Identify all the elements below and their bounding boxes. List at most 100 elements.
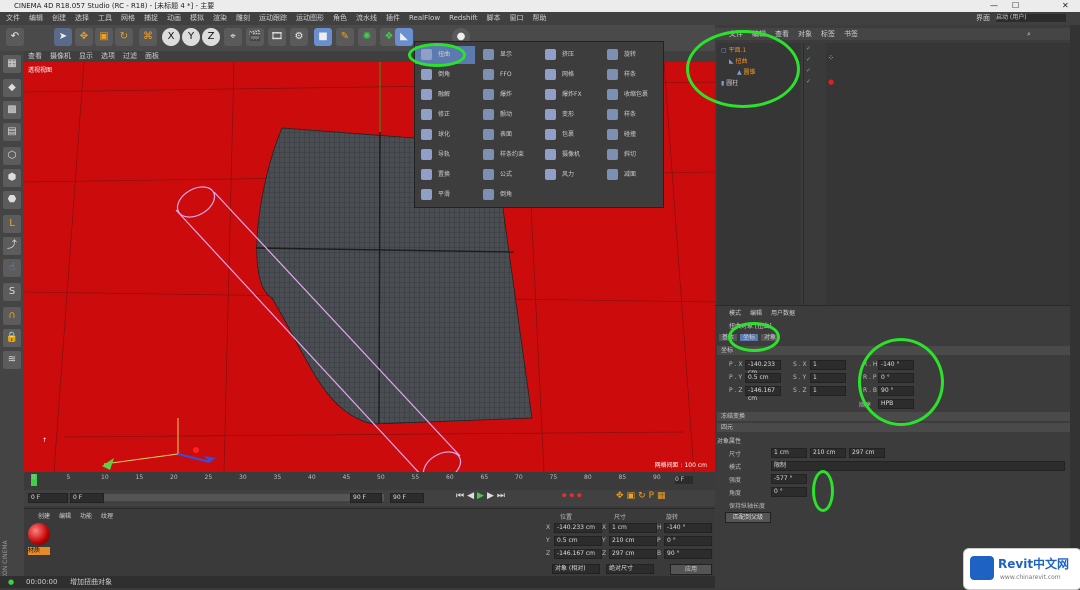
deformer-item-2-5[interactable]: 摄像机 <box>539 146 599 164</box>
size-mode-select[interactable]: 绝对尺寸 <box>606 564 654 574</box>
recent-tool-icon[interactable]: ⌘ <box>139 28 157 46</box>
scale-z-field[interactable]: 1 <box>810 386 846 396</box>
deformer-item-1-5[interactable]: 样条约束 <box>477 146 537 164</box>
fit-to-parent-button[interactable]: 匹配到父级 <box>725 512 771 523</box>
solo-icon[interactable]: ☝ <box>3 259 21 277</box>
deformer-item-1-6[interactable]: 公式 <box>477 166 537 184</box>
deformer-item-3-0[interactable]: 旋转 <box>601 46 661 64</box>
angle-field[interactable]: 0 ° <box>771 487 807 497</box>
menu-item-4[interactable]: 工具 <box>98 14 112 22</box>
go-end-icon[interactable]: ⏭ <box>497 491 508 501</box>
viewport-menu-0[interactable]: 查看 <box>28 52 42 60</box>
points-mode-icon[interactable]: ⬡ <box>3 147 21 165</box>
menu-item-17[interactable]: Redshift <box>449 14 477 22</box>
deformer-item-0-1[interactable]: 倒角 <box>415 66 475 84</box>
menu-item-13[interactable]: 角色 <box>333 14 347 22</box>
menu-item-6[interactable]: 捕捉 <box>144 14 158 22</box>
menu-item-12[interactable]: 运动图形 <box>296 14 324 22</box>
check-icon[interactable]: ✓ <box>806 67 811 74</box>
next-key-icon[interactable]: ▶ <box>487 491 497 501</box>
range-slider[interactable] <box>104 494 384 501</box>
attribute-tab-1[interactable]: 编辑 <box>750 310 762 317</box>
scale-icon[interactable]: ▣ <box>95 28 113 46</box>
snap-icon[interactable]: S <box>3 283 21 301</box>
attribute-tab-2[interactable]: 用户数据 <box>771 310 795 317</box>
deformer-item-2-3[interactable]: 变形 <box>539 106 599 124</box>
deformer-item-2-1[interactable]: 网格 <box>539 66 599 84</box>
render-picture-viewer-icon[interactable]: 🎞 <box>268 28 286 46</box>
coord-size-x-field[interactable]: 1 cm <box>609 523 657 533</box>
size-x-field[interactable]: 1 cm <box>771 448 807 458</box>
deformer-item-3-2[interactable]: 收缩包裹 <box>601 86 661 104</box>
menu-item-16[interactable]: RealFlow <box>409 14 440 22</box>
menu-item-0[interactable]: 文件 <box>6 14 20 22</box>
autokey-icon[interactable]: ⏺ <box>570 491 578 501</box>
axis-y-button[interactable]: Y <box>182 28 200 46</box>
object-manager-tab-4[interactable]: 标签 <box>821 30 835 38</box>
coord-mode-select[interactable]: 对象 (相对) <box>552 564 600 574</box>
material-swatch[interactable] <box>28 523 50 545</box>
minimize-button[interactable]: — <box>990 0 998 12</box>
menu-item-9[interactable]: 渲染 <box>213 14 227 22</box>
start-frame-field[interactable]: 0 F <box>28 493 68 503</box>
coord-y-field[interactable]: 0.5 cm <box>554 536 602 546</box>
deformer-item-3-4[interactable]: 碰撞 <box>601 126 661 144</box>
menu-item-11[interactable]: 运动跟踪 <box>259 14 287 22</box>
coord-b-field[interactable]: 90 ° <box>664 549 712 559</box>
coord-p-field[interactable]: 0 ° <box>664 536 712 546</box>
pla-key-icon[interactable]: ▦ <box>657 491 669 501</box>
layout-select[interactable]: 启动 (用户) <box>996 14 1066 22</box>
pos-x-field[interactable]: -140.233 cm <box>745 360 781 376</box>
move-icon[interactable]: ✥ <box>75 28 93 46</box>
check-icon[interactable]: ✓ <box>806 78 811 85</box>
range-end-field[interactable]: 90 F <box>350 493 382 503</box>
scale-key-icon[interactable]: ▣ <box>627 491 639 501</box>
coord-z-field[interactable]: -146.167 cm <box>554 549 602 559</box>
check-icon[interactable]: ✓ <box>806 45 811 52</box>
search-icon[interactable]: ⌕ <box>1027 28 1031 40</box>
deformer-item-3-3[interactable]: 样条 <box>601 106 661 124</box>
attribute-tab-0[interactable]: 模式 <box>729 310 741 317</box>
deformer-item-3-6[interactable]: 减面 <box>601 166 661 184</box>
magnet-icon[interactable]: ∩ <box>3 307 21 325</box>
menu-item-10[interactable]: 雕刻 <box>236 14 250 22</box>
deformer-bend-icon[interactable]: ◣ <box>395 28 413 46</box>
viewport-menu-2[interactable]: 显示 <box>79 52 93 60</box>
menu-item-15[interactable]: 插件 <box>386 14 400 22</box>
layers-icon[interactable]: ≋ <box>3 351 21 369</box>
model-mode-icon[interactable]: ◆ <box>3 79 21 97</box>
texture-mode-icon[interactable]: ▩ <box>3 101 21 119</box>
object-manager-tab-3[interactable]: 对象 <box>798 30 812 38</box>
phong-tag-icon[interactable]: ⁘ <box>828 54 834 62</box>
maximize-button[interactable]: ☐ <box>1012 0 1019 12</box>
axis-z-button[interactable]: Z <box>202 28 220 46</box>
pos-z-field[interactable]: -146.167 cm <box>745 386 781 402</box>
close-button[interactable]: ✕ <box>1062 0 1069 12</box>
coord-h-field[interactable]: -140 ° <box>664 523 712 533</box>
apply-button[interactable]: 应用 <box>670 564 712 575</box>
coord-size-z-field[interactable]: 297 cm <box>609 549 657 559</box>
param-key-icon[interactable]: P <box>649 491 657 501</box>
deformer-item-2-4[interactable]: 包裹 <box>539 126 599 144</box>
select-arrow-icon[interactable]: ➤ <box>54 28 72 46</box>
viewport-menu-4[interactable]: 过滤 <box>123 52 137 60</box>
material-menu-0[interactable]: 创建 <box>38 513 50 520</box>
make-editable-icon[interactable]: ▦ <box>3 55 21 73</box>
menu-item-14[interactable]: 流水线 <box>356 14 377 22</box>
deformer-item-3-5[interactable]: 斜切 <box>601 146 661 164</box>
max-frame-field[interactable]: 90 F <box>390 493 424 503</box>
menu-item-1[interactable]: 编辑 <box>29 14 43 22</box>
timeline-ruler[interactable]: 0 F 0 5 10 15 20 25 30 35 40 45 50 55 60 65 70 75 80 85 90 <box>24 472 715 490</box>
coord-x-field[interactable]: -140.233 cm <box>554 523 602 533</box>
menu-item-2[interactable]: 创建 <box>52 14 66 22</box>
menu-item-7[interactable]: 动画 <box>167 14 181 22</box>
deformer-item-0-7[interactable]: 平滑 <box>415 186 475 204</box>
rotation-key-icon[interactable]: ↻ <box>638 491 649 501</box>
prev-key-icon[interactable]: ◀ <box>467 491 477 501</box>
edges-mode-icon[interactable]: ⬢ <box>3 169 21 187</box>
deformer-item-3-1[interactable]: 样条 <box>601 66 661 84</box>
material-menu-2[interactable]: 功能 <box>80 513 92 520</box>
pos-y-field[interactable]: 0.5 cm <box>745 373 781 383</box>
cube-icon[interactable]: ■ <box>314 28 332 46</box>
mode-select[interactable]: 限制 <box>771 461 1065 471</box>
